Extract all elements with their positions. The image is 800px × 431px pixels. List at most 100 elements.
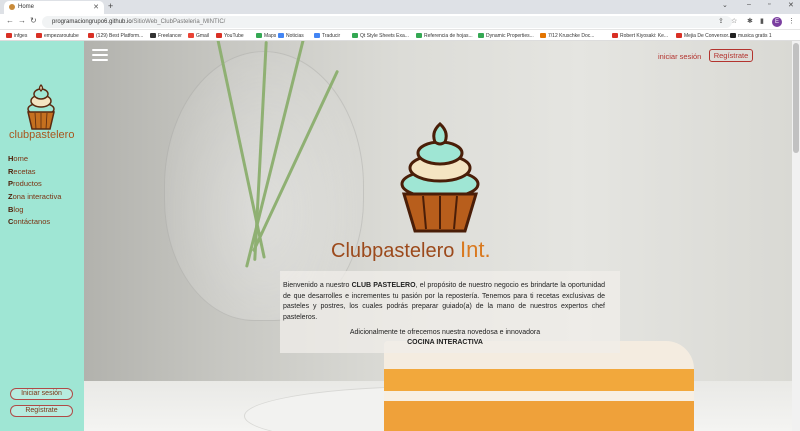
bookmark-label: musica gratis 1 — [738, 33, 772, 39]
bookmark-icon — [352, 33, 358, 38]
bookmark-label: Gmail — [196, 33, 210, 39]
bookmark-item[interactable]: YouTube — [216, 33, 244, 39]
header-login-link[interactable]: iniciar sesión — [658, 52, 701, 61]
bookmark-label: Dynamic Properties... — [486, 33, 534, 39]
sidepanel-icon[interactable]: ▮ — [760, 17, 764, 25]
url-path: /SitioWeb_ClubPasteleria_MINTIC/ — [131, 19, 226, 25]
reload-icon[interactable]: ↻ — [30, 16, 37, 25]
bookmark-item[interactable]: musica gratis 1 — [730, 33, 772, 39]
browser-tab-bar: Home ✕ + ⌄ – ▫ ✕ — [0, 0, 800, 14]
bookmark-label: Noticias — [286, 33, 304, 39]
extensions-icon[interactable]: ✱ — [747, 17, 753, 25]
bookmark-label: Mejia De Conversor... — [684, 33, 733, 39]
sidebar-item[interactable]: Recetas — [8, 167, 61, 180]
interactive-kitchen-label: COCINA INTERACTIVA — [407, 339, 483, 346]
title-suffix: Int. — [459, 237, 491, 262]
club-name: CLUB PASTELERO — [351, 282, 416, 289]
sidebar-item[interactable]: Home — [8, 154, 61, 167]
back-icon[interactable]: ← — [6, 16, 14, 25]
url-input[interactable]: programaciongrupo6.github.io/SitioWeb_Cl… — [42, 16, 732, 28]
bookmark-label: Referencia de hojas... — [424, 33, 473, 39]
close-tab-icon[interactable]: ✕ — [93, 3, 99, 11]
bookmark-item[interactable]: Traducir — [314, 33, 340, 39]
restore-icon[interactable]: ▫ — [768, 1, 770, 8]
bookmark-icon — [314, 33, 320, 38]
tab-title: Home — [18, 4, 35, 10]
url-host: programaciongrupo6.github.io — [52, 19, 132, 25]
cupcake-hero-icon — [400, 121, 480, 233]
bookmark-icon — [612, 33, 618, 38]
favicon-icon — [9, 4, 15, 10]
bookmark-item[interactable]: empezaroutube — [36, 33, 79, 39]
sidebar-menu: Home Recetas Productos Zona interactiva Blog… — [8, 154, 61, 230]
minimize-icon[interactable]: – — [747, 1, 751, 8]
hamburger-menu-icon[interactable] — [92, 49, 108, 61]
bookmark-label: Traducir — [322, 33, 341, 39]
cake-slice-image — [384, 341, 694, 431]
bookmark-item[interactable]: 7/12 Kruschke Doc... — [540, 33, 594, 39]
bookmark-label: Freelancer — [158, 33, 182, 39]
sidebar-item[interactable]: Productos — [8, 179, 61, 192]
bookmark-item[interactable]: Gmail — [188, 33, 209, 39]
menu-dots-icon[interactable]: ⋮ — [788, 17, 795, 25]
bookmark-label: YouTube — [224, 33, 244, 39]
bookmark-item[interactable]: Dynamic Properties... — [478, 33, 534, 39]
sidebar-item[interactable]: Blog — [8, 205, 61, 218]
sidebar-brand: clubpastelero — [9, 129, 75, 141]
bookmark-icon — [88, 33, 94, 38]
bookmark-item[interactable]: infges — [6, 33, 27, 39]
bookmark-item[interactable]: (129) Best Platform... — [88, 33, 143, 39]
bookmark-icon — [540, 33, 546, 38]
page-scrollbar[interactable] — [792, 41, 800, 431]
bookmark-icon — [150, 33, 156, 38]
scrollbar-thumb[interactable] — [793, 43, 799, 153]
bookmark-icon — [278, 33, 284, 38]
cupcake-logo-icon — [27, 84, 55, 130]
address-bar-row: ← → ↻ programaciongrupo6.github.io/Sitio… — [0, 14, 800, 30]
bookmark-icon — [416, 33, 422, 38]
forward-icon[interactable]: → — [18, 16, 26, 25]
bookmark-label: infges — [14, 33, 28, 39]
browser-tab[interactable]: Home ✕ — [4, 1, 104, 14]
bookmark-label: empezaroutube — [44, 33, 79, 39]
bookmark-icon — [676, 33, 682, 38]
bookmark-icon — [256, 33, 262, 38]
bookmark-label: Qt Style Sheets Exa... — [360, 33, 409, 39]
bookmark-item[interactable]: Referencia de hojas... — [416, 33, 473, 39]
bookmark-icon — [36, 33, 42, 38]
bookmark-item[interactable]: Robert Kiyosaki: Ke... — [612, 33, 668, 39]
sidebar-item[interactable]: Contáctanos — [8, 217, 61, 230]
sidebar: clubpastelero Home Recetas Productos Zona i… — [0, 41, 84, 431]
hero-background — [84, 41, 792, 431]
bookmark-item[interactable]: Maps — [256, 33, 276, 39]
sidebar-login-button[interactable]: Iniciar sesión — [10, 388, 73, 400]
share-icon[interactable]: ⇪ — [718, 17, 724, 25]
bookmark-icon — [478, 33, 484, 38]
bookmark-item[interactable]: Freelancer — [150, 33, 182, 39]
new-tab-icon[interactable]: + — [108, 1, 113, 11]
bookmark-item[interactable]: Qt Style Sheets Exa... — [352, 33, 409, 39]
bookmarks-bar: infges empezaroutube (129) Best Platform..… — [0, 30, 800, 41]
bookmark-icon — [6, 33, 12, 38]
bookmark-icon — [730, 33, 736, 38]
intro-paragraph: Bienvenido a nuestro CLUB PASTELERO, el … — [283, 282, 606, 321]
close-window-icon[interactable]: ✕ — [788, 1, 794, 9]
star-icon[interactable]: ☆ — [731, 17, 737, 25]
page-title: Clubpastelero Int. — [331, 237, 491, 263]
sidebar-register-button[interactable]: Regístrate — [10, 405, 73, 417]
sidebar-item[interactable]: Zona interactiva — [8, 192, 61, 205]
bookmark-icon — [188, 33, 194, 38]
bookmark-item[interactable]: Noticias — [278, 33, 304, 39]
page: clubpastelero Home Recetas Productos Zona i… — [0, 41, 800, 431]
title-main: Clubpastelero — [331, 240, 455, 262]
chevron-down-icon[interactable]: ⌄ — [722, 1, 728, 9]
bookmark-label: Maps — [264, 33, 277, 39]
bookmark-item[interactable]: Mejia De Conversor... — [676, 33, 732, 39]
bookmark-label: 7/12 Kruschke Doc... — [548, 33, 595, 39]
profile-avatar[interactable]: E — [772, 17, 782, 27]
header-register-button[interactable]: Regístrate — [709, 49, 753, 62]
bookmark-label: (129) Best Platform... — [96, 33, 144, 39]
bookmark-icon — [216, 33, 222, 38]
offer-line: Adicionalmente te ofrecemos nuestra nove… — [349, 329, 541, 336]
bookmark-label: Robert Kiyosaki: Ke... — [620, 33, 669, 39]
